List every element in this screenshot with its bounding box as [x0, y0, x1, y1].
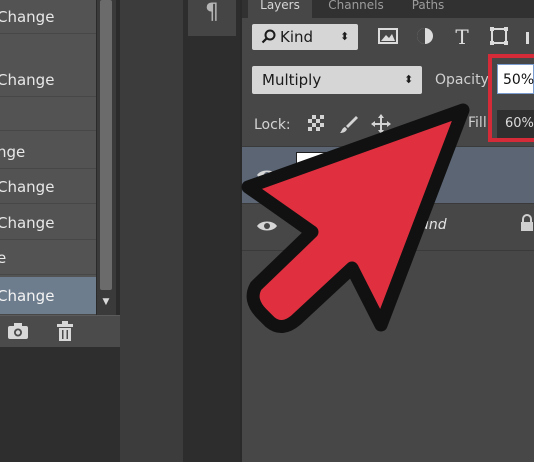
- history-item-label: Change: [0, 287, 55, 305]
- history-item-label: Change: [0, 71, 55, 89]
- trash-icon[interactable]: [54, 320, 76, 342]
- layer-row[interactable]: [242, 203, 534, 251]
- history-item[interactable]: [0, 97, 96, 131]
- tab-paths[interactable]: Paths: [400, 0, 456, 18]
- blend-mode-select[interactable]: Multiply ⬍: [252, 66, 422, 94]
- image-filter-icon[interactable]: [376, 26, 400, 48]
- triangle-down-icon[interactable]: ▼: [100, 296, 112, 308]
- layer-name: und: [420, 217, 447, 233]
- lock-image-pixels-icon[interactable]: [338, 114, 360, 136]
- history-item[interactable]: Change: [0, 0, 96, 34]
- history-list: Change Change nge Change Change e Change: [0, 0, 96, 315]
- scrollbar-thumb[interactable]: [100, 0, 112, 290]
- panel-dock-strip: [183, 0, 240, 462]
- history-item-selected[interactable]: Change: [0, 277, 96, 315]
- history-panel: Change Change nge Change Change e Change…: [0, 0, 120, 462]
- shape-filter-icon[interactable]: [487, 26, 511, 48]
- filter-kind-label: Kind: [280, 28, 314, 46]
- eye-icon[interactable]: [256, 167, 278, 183]
- lock-icon: [520, 214, 534, 236]
- fill-input[interactable]: 60%: [497, 110, 534, 138]
- layer-thumbnail[interactable]: [296, 152, 328, 194]
- adjustment-filter-icon[interactable]: [413, 26, 437, 48]
- layer-row-selected[interactable]: [242, 146, 534, 203]
- blend-mode-value: Multiply: [262, 71, 322, 89]
- history-item[interactable]: nge: [0, 135, 96, 169]
- camera-icon[interactable]: [6, 321, 30, 341]
- history-item[interactable]: Change: [0, 63, 96, 97]
- history-item-label: e: [0, 249, 6, 267]
- history-item-label: Change: [0, 8, 55, 26]
- history-item[interactable]: Change: [0, 206, 96, 240]
- updown-arrows-icon: ⬍: [340, 30, 350, 43]
- smart-object-filter-icon[interactable]: [522, 26, 534, 48]
- opacity-label: Opacity: [435, 72, 489, 88]
- history-toolbar: [0, 315, 120, 348]
- updown-arrows-icon: ⬍: [404, 73, 414, 86]
- history-item[interactable]: e: [0, 241, 96, 275]
- history-empty-area: [0, 347, 120, 462]
- lock-position-icon[interactable]: [370, 114, 392, 136]
- search-icon: [260, 24, 278, 50]
- history-item-label: nge: [0, 143, 26, 161]
- paragraph-icon[interactable]: ¶: [200, 0, 224, 30]
- history-scrollbar[interactable]: ▼: [96, 0, 116, 315]
- history-item-label: Change: [0, 214, 55, 232]
- history-item[interactable]: Change: [0, 170, 96, 204]
- filter-kind-select[interactable]: Kind ⬍: [252, 24, 358, 50]
- history-item-label: Change: [0, 178, 55, 196]
- panel-tabbar: Layers Channels Paths: [242, 0, 534, 18]
- fill-label: Fill: [468, 115, 487, 131]
- lock-transparent-pixels-icon[interactable]: [305, 114, 327, 136]
- tab-layers[interactable]: Layers: [248, 0, 312, 18]
- type-filter-icon[interactable]: T: [450, 26, 474, 48]
- eye-icon[interactable]: [256, 218, 278, 234]
- canvas-gutter: [120, 0, 183, 462]
- tab-channels[interactable]: Channels: [316, 0, 396, 18]
- lock-label: Lock:: [254, 117, 291, 133]
